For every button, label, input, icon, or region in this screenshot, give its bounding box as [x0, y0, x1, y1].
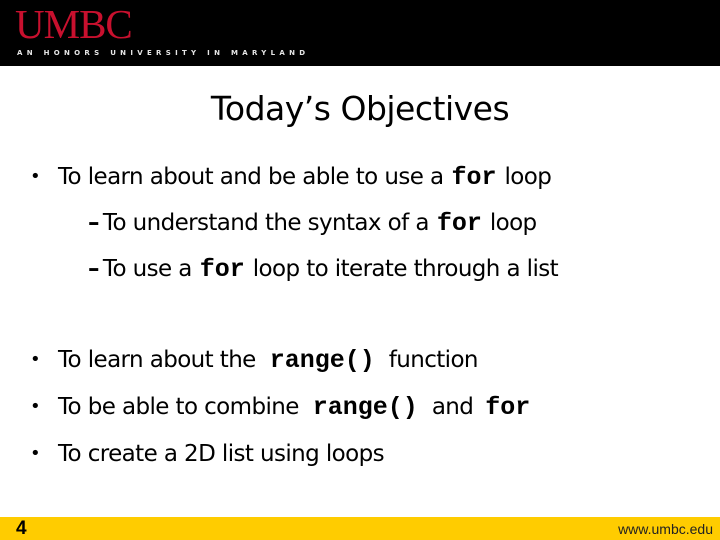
- bullet-text: To learn about the: [58, 347, 256, 373]
- dash-icon: –: [88, 256, 100, 282]
- code-keyword: for: [199, 255, 245, 284]
- umbc-logo: UMBC: [15, 1, 133, 47]
- code-keyword: for: [436, 209, 482, 238]
- bullet-text: To be able to combine: [58, 394, 299, 420]
- bullet-item: • To be able to combine range() and for: [30, 393, 542, 422]
- slide-number: 4: [16, 518, 27, 539]
- sub-bullet-item: – To understand the syntax of a for loop: [88, 209, 537, 238]
- code-keyword: for: [485, 393, 531, 422]
- bullet-text: and: [431, 394, 474, 420]
- bullet-text: loop: [504, 164, 552, 190]
- bullet-text: To learn about and be able to use a: [58, 164, 444, 190]
- bullet-text: To understand the syntax of a: [102, 210, 430, 236]
- slide-title: Today’s Objectives: [210, 89, 510, 128]
- code-keyword: range(): [312, 393, 418, 422]
- sub-bullet-item: – To use a for loop to iterate through a li…: [88, 255, 559, 284]
- bullet-text: function: [388, 347, 479, 373]
- bullet-icon: •: [30, 396, 41, 417]
- footer-url: www.umbc.edu: [618, 521, 713, 537]
- code-keyword: for: [451, 163, 497, 192]
- tagline: AN HONORS UNIVERSITY IN MARYLAND: [17, 49, 310, 57]
- bullet-text: To create a 2D list using loops: [58, 441, 385, 467]
- code-keyword: range(): [269, 346, 375, 375]
- bullet-item: • To learn about the range() function: [30, 346, 479, 375]
- bullet-icon: •: [30, 166, 41, 187]
- bullet-text: loop to iterate through a list: [252, 256, 559, 282]
- bullet-item: • To create a 2D list using loops: [30, 441, 385, 467]
- bullet-text: loop: [489, 210, 537, 236]
- bullet-icon: •: [30, 443, 41, 464]
- bullet-text: To use a: [102, 256, 192, 282]
- bullet-icon: •: [30, 349, 41, 370]
- bullet-item: • To learn about and be able to use a for l…: [30, 163, 552, 192]
- dash-icon: –: [88, 210, 100, 236]
- header-banner: UMBC AN HONORS UNIVERSITY IN MARYLAND: [0, 0, 720, 66]
- footer-bar: 4 www.umbc.edu: [0, 517, 720, 540]
